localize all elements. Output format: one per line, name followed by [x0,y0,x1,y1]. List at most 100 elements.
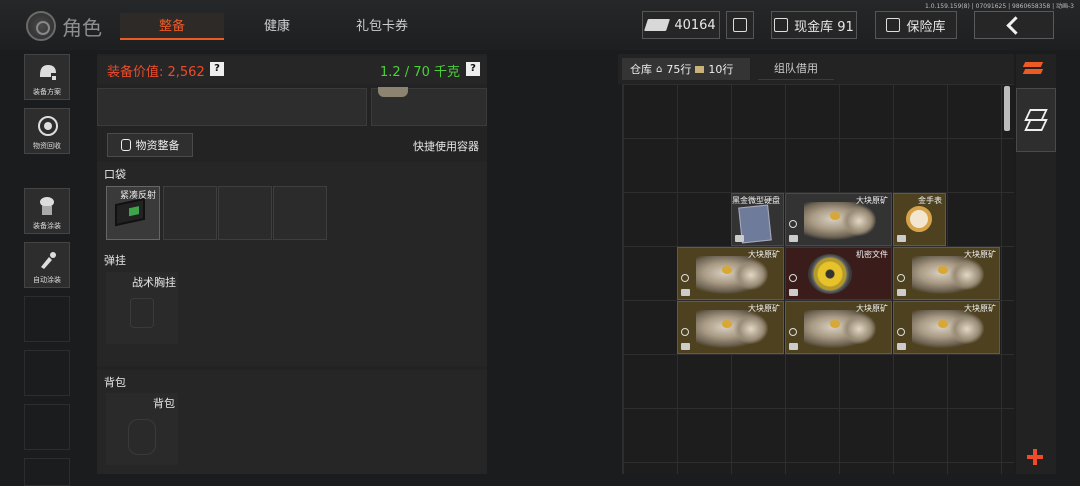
ore-rock-icon [696,310,768,348]
backpack-title: 背包 [104,376,126,389]
warehouse-item-name: 大块原矿 [856,196,888,205]
warehouse-item-name: 黑金微型硬盘 [732,196,780,205]
stack-icon [681,289,690,296]
ore-rock-icon [696,256,768,294]
clock-icon [789,220,797,228]
warehouse-item[interactable]: 机密文件 [785,247,892,300]
reflex-sight-icon [115,197,145,227]
safe-button[interactable]: 保险库 [875,11,957,39]
safe-icon [886,18,901,32]
ore-rock-icon [912,256,984,294]
stack-icon [681,343,690,350]
warehouse-item-name: 大块原矿 [748,250,780,259]
rail-empty-slot [24,350,70,396]
warehouse-rows-b: 10行 [708,63,734,76]
rig-slot[interactable]: 战术胸挂 [106,272,178,344]
backpack-slot[interactable]: 背包 [106,393,178,465]
rail-label: 自动涂装 [33,276,61,284]
clock-icon [897,274,905,282]
rail-empty-slot [24,296,70,342]
pocket-item-name: 紧凑反射 [119,191,156,201]
rail-label: 装备方案 [33,88,61,96]
soldier-icon [40,197,54,215]
character-logo-icon [26,11,56,41]
stack-sort-icon [1022,62,1044,67]
warehouse-item[interactable]: 黑金微型硬盘 [731,193,784,246]
currency-amount: 40164 [674,17,716,33]
warehouse-item-name: 大块原矿 [964,304,996,313]
add-warehouse-icon[interactable] [1025,447,1045,467]
equipment-value: 装备价值: 2,562 [107,65,205,80]
rail-label: 装备涂装 [33,222,61,230]
pocket-slot-2[interactable] [163,186,217,240]
currency-display[interactable]: 40164 [642,11,720,39]
rail-skin[interactable]: 装备涂装 [24,188,70,234]
rail-equipment-plan[interactable]: 装备方案 [24,54,70,100]
version-label: 1.0.159.159(8) | 07091625 | 9860658358 |… [925,3,1074,10]
warehouse-item-name: 金手表 [918,196,942,205]
supply-prep-label: 物资整备 [135,139,180,152]
rig-title: 弹挂 [104,254,126,267]
home-icon: ⌂ [656,63,663,75]
merchant-button[interactable] [726,11,754,39]
safe-label: 保险库 [906,19,946,35]
weight-help-icon[interactable]: ? [466,62,480,76]
warehouse-item[interactable]: 大块原矿 [677,301,784,354]
warehouse-item-name: 大块原矿 [856,304,888,313]
pocket-slot-4[interactable] [273,186,327,240]
bag-icon [120,139,131,151]
quick-use-container-link[interactable]: 快捷使用容器 [413,138,479,154]
tab-gift-cards[interactable]: 礼包卡券 [330,13,434,40]
clock-icon [789,328,797,336]
warehouse-item-name: 大块原矿 [964,250,996,259]
clock-icon [789,274,797,282]
stack-icon [897,289,906,296]
warehouse-tab[interactable]: 仓库 ⌂ 75行 10行 [622,58,750,80]
warehouse-item[interactable]: 大块原矿 [785,301,892,354]
layer-switch-button[interactable] [1016,88,1056,152]
gear-slot-helmet[interactable] [371,87,487,126]
rail-empty-slot [24,458,70,486]
pocket-slot-3[interactable] [218,186,272,240]
rail-label: 物资回收 [33,142,61,150]
stack-icon [789,235,798,242]
warehouse-item[interactable]: 大块原矿 [893,247,1000,300]
warehouse-item[interactable]: 大块原矿 [785,193,892,246]
cd-disc-icon [808,254,852,294]
helmet-icon [40,65,56,80]
cash-vault-label: 现金库 91 [794,19,854,35]
banknote-icon [644,19,671,31]
clock-icon [897,328,905,336]
rail-auto-skin[interactable]: 自动涂装 [24,242,70,288]
warehouse-items: 黑金微型硬盘 大块原矿 金手表 大块原矿 机密文件 大块原矿 大块原矿 大块原矿 大块原矿 [622,84,1014,474]
stack-icon [897,235,906,242]
vest-silhouette-icon [130,298,154,328]
brush-icon [41,252,56,269]
pocket-title: 口袋 [104,168,126,181]
value-help-icon[interactable]: ? [210,62,224,76]
stack-icon [897,343,906,350]
rail-recycle[interactable]: 物资回收 [24,108,70,154]
pocket-slot-1[interactable]: 紧凑反射 [106,186,160,240]
page-title: 角色 [62,16,102,40]
tab-prep[interactable]: 整备 [120,13,224,40]
gear-slot-armor[interactable] [97,88,367,126]
tab-health[interactable]: 健康 [225,13,329,40]
cash-vault-icon [774,18,789,32]
warehouse-item[interactable]: 金手表 [893,193,946,246]
cash-vault-button[interactable]: 现金库 91 [771,11,857,39]
merchant-icon [733,18,747,32]
ore-rock-icon [804,202,876,240]
back-button[interactable] [974,11,1054,39]
warehouse-item[interactable]: 大块原矿 [893,301,1000,354]
rig-slot-label: 战术胸挂 [132,276,176,289]
team-borrow-tab[interactable]: 组队借用 [758,58,834,80]
rail-empty-slot [24,404,70,450]
warehouse-item-name: 大块原矿 [748,304,780,313]
warehouse-item[interactable]: 大块原矿 [677,247,784,300]
stack-icon [735,235,744,242]
clock-icon [681,274,689,282]
supply-prep-button[interactable]: 物资整备 [107,133,193,157]
ore-rock-icon [912,310,984,348]
sort-warehouse-button[interactable] [1020,56,1050,84]
